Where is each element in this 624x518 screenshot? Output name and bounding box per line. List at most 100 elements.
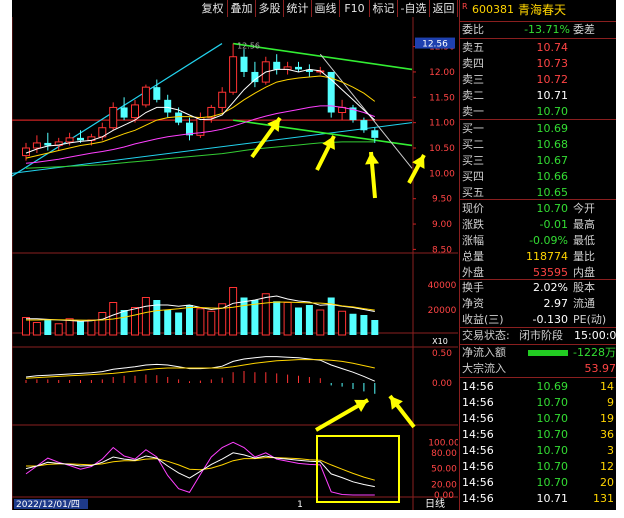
volume-bar-up [141, 297, 150, 336]
kline-chart[interactable]: 12.5012.0011.5011.0010.5010.009.509.008.… [12, 17, 460, 510]
volume-bar-up [98, 312, 107, 336]
tick-time: 14:56 [462, 444, 494, 457]
bid-price: 10.66 [536, 170, 569, 183]
ask-label: 卖五 [462, 41, 484, 54]
block-inflow-label: 大宗流入 [462, 362, 506, 375]
ask-price: 10.73 [536, 57, 569, 70]
quote-value: 118774 [526, 250, 568, 263]
bid-label: 买二 [462, 138, 484, 151]
chart-area[interactable]: 12.5012.0011.5011.0010.5010.009.509.008.… [12, 17, 460, 510]
stat-label-2: 股本 [573, 281, 595, 294]
tick-volume: 12 [600, 460, 614, 473]
tick-volume: 14 [600, 380, 614, 393]
current-price-label: 12.56 [422, 40, 448, 50]
stat-value: 2.02% [533, 281, 568, 294]
tick-time: 14:56 [462, 428, 494, 441]
toolbar-f10-button[interactable]: F10 [340, 0, 370, 17]
quote-label-2: 量比 [573, 250, 595, 263]
volume-bar-up [32, 322, 41, 336]
tick-volume: 36 [600, 428, 614, 441]
ask-label: 卖一 [462, 105, 484, 118]
toolbar-back-button[interactable]: 返回 [430, 0, 458, 17]
candle-body-down [120, 107, 128, 118]
quote-value: -0.01 [539, 218, 568, 231]
toolbar-draw-line-button[interactable]: 画线 [312, 0, 340, 17]
volume-bar-up [131, 307, 139, 336]
stat-value: 2.97 [543, 297, 569, 310]
weicha-label: 委差 [573, 23, 595, 36]
ask-row[interactable]: 卖一 10.70 [460, 104, 616, 120]
stat-value: -0.130 [532, 313, 568, 326]
block-inflow-row: 大宗流入 53.97 [460, 361, 616, 377]
candle-body-up [32, 142, 41, 149]
tick-volume: 1999 [586, 507, 614, 510]
bid-price: 10.68 [536, 138, 569, 151]
tick-price: 10.70 [536, 396, 569, 409]
bid-label: 买三 [462, 154, 484, 167]
tick-time: 15:00 [462, 507, 494, 510]
kdj-axis-label: 80.00 [431, 449, 457, 459]
tick-row: 14:56 10.69 14 [460, 379, 616, 395]
volume-bar-down [295, 307, 302, 335]
stat-row: 收益(三) -0.130 PE(动) [460, 312, 616, 328]
ask-row[interactable]: 卖三 10.72 [460, 72, 616, 88]
volume-bar-up [229, 287, 238, 336]
volume-bar-up [65, 318, 74, 336]
volume-bar-down [349, 313, 357, 335]
tick-row: 14:56 10.70 19 [460, 411, 616, 427]
tick-price: 10.70 [536, 444, 569, 457]
toolbar-mark-button[interactable]: 标记 [370, 0, 398, 17]
volume-bar-down [251, 300, 259, 335]
volume-bar-down [186, 305, 193, 335]
net-inflow-value: -1228万 [573, 346, 616, 359]
volume-bar-down [120, 310, 128, 335]
quote-value: 10.70 [536, 202, 569, 215]
app-window: 复权 叠加 多股 统计 画线 F10 标记 -自选 返回 12.5012.001… [12, 0, 616, 510]
trade-status-value: 闭市阶段 [519, 329, 563, 342]
candle-body-down [77, 137, 84, 141]
tick-volume: 19 [600, 412, 614, 425]
bid-row[interactable]: 买三 10.67 [460, 153, 616, 169]
price-axis-label: 12.00 [429, 68, 455, 78]
block-inflow-value: 53.97 [584, 362, 617, 375]
candle-body-down [360, 120, 368, 131]
bid-row[interactable]: 买四 10.66 [460, 169, 616, 185]
quote-row: 总量 118774 量比 [460, 249, 616, 265]
stat-label: 收益(三) [462, 313, 504, 326]
tick-row: 15:00 10.70 1999 [460, 507, 616, 510]
stat-label-2: 流通 [573, 297, 595, 310]
price-axis-label: 9.50 [432, 195, 452, 205]
quote-label: 现价 [462, 202, 484, 215]
tick-price: 10.70 [536, 412, 569, 425]
kdj-axis-label: 50.00 [431, 465, 457, 475]
candle-body-down [44, 142, 52, 146]
volume-axis-label: 40000 [428, 281, 457, 291]
ask-price: 10.70 [536, 105, 569, 118]
toolbar-statistics-button[interactable]: 统计 [284, 0, 312, 17]
toolbar-watchlist-button[interactable]: -自选 [398, 0, 430, 17]
tick-price: 10.70 [536, 476, 569, 489]
ask-row[interactable]: 卖五 10.74 [460, 40, 616, 56]
tick-volume: 20 [600, 476, 614, 489]
toolbar-restore-rights-button[interactable]: 复权 [198, 0, 228, 17]
ask-price: 10.72 [536, 73, 569, 86]
period-marker: 1 [297, 500, 303, 510]
bid-row[interactable]: 买一 10.69 [460, 121, 616, 137]
toolbar-multi-stock-button[interactable]: 多股 [256, 0, 284, 17]
quote-label-2: 最低 [573, 234, 595, 247]
candle-body-down [164, 99, 172, 113]
ask-label: 卖二 [462, 89, 484, 102]
ask-price: 10.71 [536, 89, 569, 102]
ask-row[interactable]: 卖二 10.71 [460, 88, 616, 104]
tick-price: 10.71 [536, 492, 569, 505]
volume-bar-down [44, 320, 52, 335]
tick-row: 14:56 10.70 3 [460, 443, 616, 459]
ask-row[interactable]: 卖四 10.73 [460, 56, 616, 72]
bid-row[interactable]: 买二 10.68 [460, 137, 616, 153]
volume-bar-down [240, 297, 248, 335]
kdj-axis-label: 100.00 [428, 438, 458, 448]
stock-code: 600381 [472, 3, 514, 16]
weibi-value: -13.71% [524, 23, 570, 36]
volume-bar-down [77, 321, 84, 335]
toolbar-overlay-button[interactable]: 叠加 [228, 0, 256, 17]
